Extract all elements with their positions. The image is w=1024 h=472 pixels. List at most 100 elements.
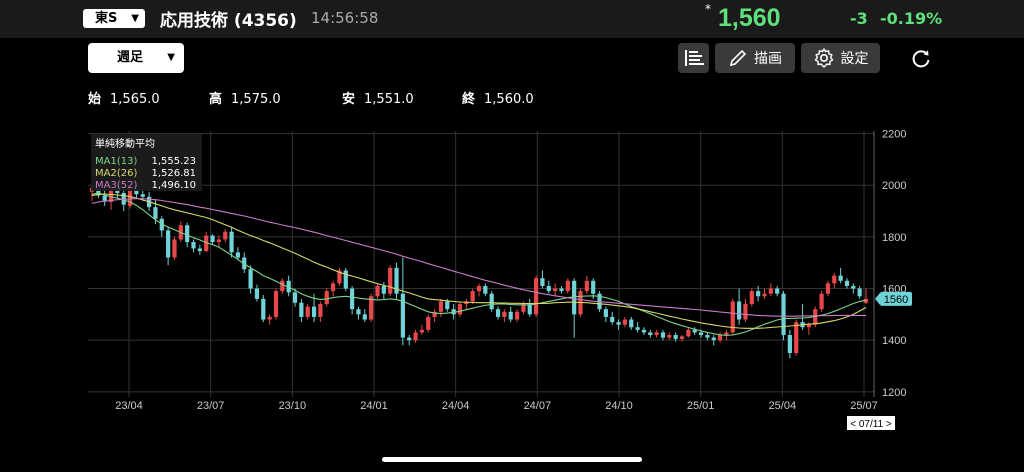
candle [679,336,685,339]
candle [438,301,444,312]
candle [267,316,272,320]
candle [698,332,704,336]
legend-item-name: MA2(26) [95,168,137,179]
candle [445,301,450,310]
date-label: < 07/11 > [850,419,892,430]
candle [102,195,107,201]
candle [737,301,742,320]
candle [762,293,767,297]
candle [254,288,260,299]
x-tick-label: 23/10 [279,400,307,412]
x-tick-label: 24/07 [524,400,552,412]
candle [648,332,653,336]
candle [483,285,488,294]
candle [819,293,824,310]
candle [768,288,773,294]
ma-line [91,192,867,336]
candle [330,283,336,292]
x-tick-label: 23/07 [197,400,225,412]
candle [350,288,355,310]
candle [413,332,418,341]
candle [533,278,539,315]
x-tick-label: 25/07 [850,400,878,412]
candle [324,291,329,305]
candle [724,332,729,336]
candle [641,329,647,333]
candle [603,309,608,317]
x-tick-label: 25/01 [687,400,715,412]
candle [185,225,190,243]
ma-line [91,193,867,329]
candle [749,291,754,305]
candle [616,322,621,325]
candle [717,335,723,341]
candle [787,335,792,354]
candle [210,235,215,243]
candle [546,285,551,292]
candle [610,316,615,323]
candle [654,332,659,336]
candle [584,280,589,292]
candle [216,239,221,243]
x-tick-label: 23/04 [115,400,143,412]
ma-legend: 単純移動平均 MA1(13) 1,555.23 MA2(26) 1,526.81 MA3(… [91,134,202,191]
candle [419,329,425,333]
legend-item-name: MA1(13) [95,156,137,167]
candle [235,252,241,258]
last-price-pointer [875,292,880,305]
candle [166,230,171,258]
candle [280,280,285,292]
candle [470,291,475,302]
candle [705,335,710,338]
candle [311,306,317,317]
home-indicator[interactable] [382,457,642,462]
price-chart[interactable]: 12001400160018002000220023/04 23/07 23/10 2… [0,0,1024,472]
x-tick-label: 24/01 [360,400,388,412]
y-tick-label: 2200 [882,129,906,141]
candle [838,275,843,281]
candle [806,324,812,328]
candle [622,319,628,325]
candle [844,280,850,286]
y-tick-label: 2000 [882,180,906,192]
candle [457,304,463,315]
y-tick-label: 1400 [882,335,906,347]
candle [635,327,640,330]
candle [629,319,634,328]
candle [305,306,310,317]
candle [172,239,177,258]
candle [673,335,678,339]
candle [140,194,145,197]
candle [356,309,361,315]
candle [775,288,780,294]
candle [248,269,253,289]
candle [261,298,266,320]
candle [686,329,691,337]
x-tick-label: 24/04 [442,400,470,412]
candle [299,302,304,317]
candle [832,275,837,284]
candle [153,207,158,219]
x-tick-label: 24/10 [605,400,633,412]
candle [400,293,405,338]
candle [553,288,558,292]
candle [565,280,570,292]
candle [711,337,716,341]
candle [514,311,520,320]
legend-item-name: MA3(52) [95,180,137,191]
legend-title: 単純移動平均 [95,137,155,150]
candle [273,291,279,317]
candle [572,280,577,315]
candle [857,288,862,297]
candle [489,293,494,310]
candle [743,304,748,320]
candle [197,248,202,252]
candle [388,267,393,294]
candle [426,316,431,330]
candle [794,322,799,354]
candle [660,332,666,338]
candle [559,288,564,292]
legend-item-value: 1,526.81 [151,168,196,179]
candle [667,335,672,338]
candle [292,292,298,303]
